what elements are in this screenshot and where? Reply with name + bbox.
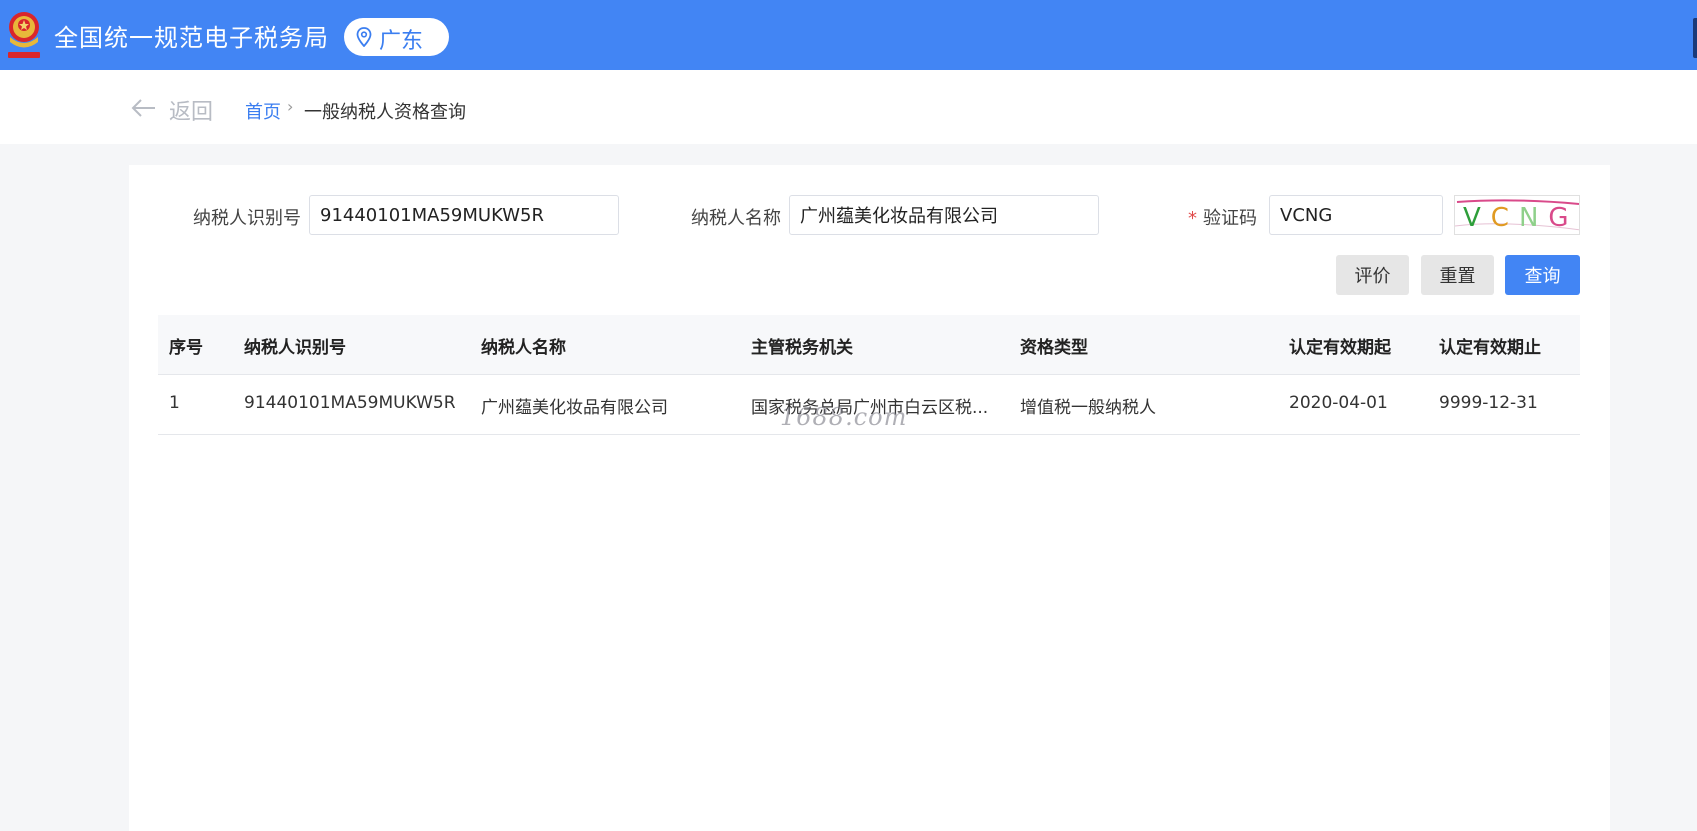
cell-valid-from: 2020-04-01 [1289,393,1388,413]
reset-button[interactable]: 重置 [1421,255,1494,295]
top-header: 全国统一规范电子税务局 广东 [0,0,1697,70]
captcha-char: N [1519,203,1548,233]
column-header-qualification-type: 资格类型 [1020,338,1088,358]
location-pin-icon [356,27,372,47]
table-header-row: 序号 纳税人识别号 纳税人名称 主管税务机关 资格类型 认定有效期起 认定有效期… [158,315,1580,375]
region-selector[interactable]: 广东 [344,18,449,56]
captcha-code: VCNG [1463,203,1579,233]
captcha-label-text: 验证码 [1203,208,1257,229]
cell-valid-to: 9999-12-31 [1439,393,1538,413]
scroll-edge-marker [1693,18,1697,58]
column-header-taxpayer-name: 纳税人名称 [481,338,566,358]
query-button[interactable]: 查询 [1505,255,1580,295]
taxpayer-name-input[interactable] [789,195,1099,235]
captcha-char: G [1548,203,1578,233]
cell-qualification-type: 增值税一般纳税人 [1020,398,1156,418]
column-header-valid-from: 认定有效期起 [1289,338,1391,358]
taxpayer-id-input[interactable] [309,195,619,235]
captcha-label: * 验证码 [1188,204,1257,230]
arrow-left-icon [131,99,155,117]
cell-tax-authority: 国家税务总局广州市白云区税... [751,398,989,418]
results-table: 序号 纳税人识别号 纳税人名称 主管税务机关 资格类型 认定有效期起 认定有效期… [158,315,1580,435]
captcha-char: C [1491,203,1519,233]
taxpayer-name-label: 纳税人名称 [691,208,781,229]
cell-taxpayer-id: 91440101MA59MUKW5R [244,393,456,413]
captcha-image[interactable]: VCNG [1454,195,1580,235]
site-title: 全国统一规范电子税务局 [54,24,329,52]
table-row[interactable]: 1 91440101MA59MUKW5R 广州蕴美化妆品有限公司 国家税务总局广… [158,375,1580,435]
breadcrumb-current: 一般纳税人资格查询 [304,102,466,123]
required-mark: * [1188,208,1197,229]
evaluate-button[interactable]: 评价 [1336,255,1409,295]
cell-taxpayer-name: 广州蕴美化妆品有限公司 [481,398,668,418]
column-header-tax-authority: 主管税务机关 [751,338,853,358]
column-header-valid-to: 认定有效期止 [1439,338,1541,358]
cell-index: 1 [169,393,180,413]
breadcrumb-home-link[interactable]: 首页 [245,98,281,124]
captcha-graphic: VCNG [1455,199,1579,233]
captcha-input[interactable] [1269,195,1443,235]
region-label: 广东 [379,29,424,54]
breadcrumb-bar: 返回 首页 › 一般纳税人资格查询 [0,70,1697,144]
breadcrumb-separator: › [287,97,294,116]
captcha-char: V [1463,203,1491,233]
back-label: 返回 [169,100,214,125]
column-header-index: 序号 [169,338,203,358]
column-header-taxpayer-id: 纳税人识别号 [244,338,346,358]
national-emblem-icon [8,12,40,58]
taxpayer-id-label: 纳税人识别号 [193,208,301,229]
